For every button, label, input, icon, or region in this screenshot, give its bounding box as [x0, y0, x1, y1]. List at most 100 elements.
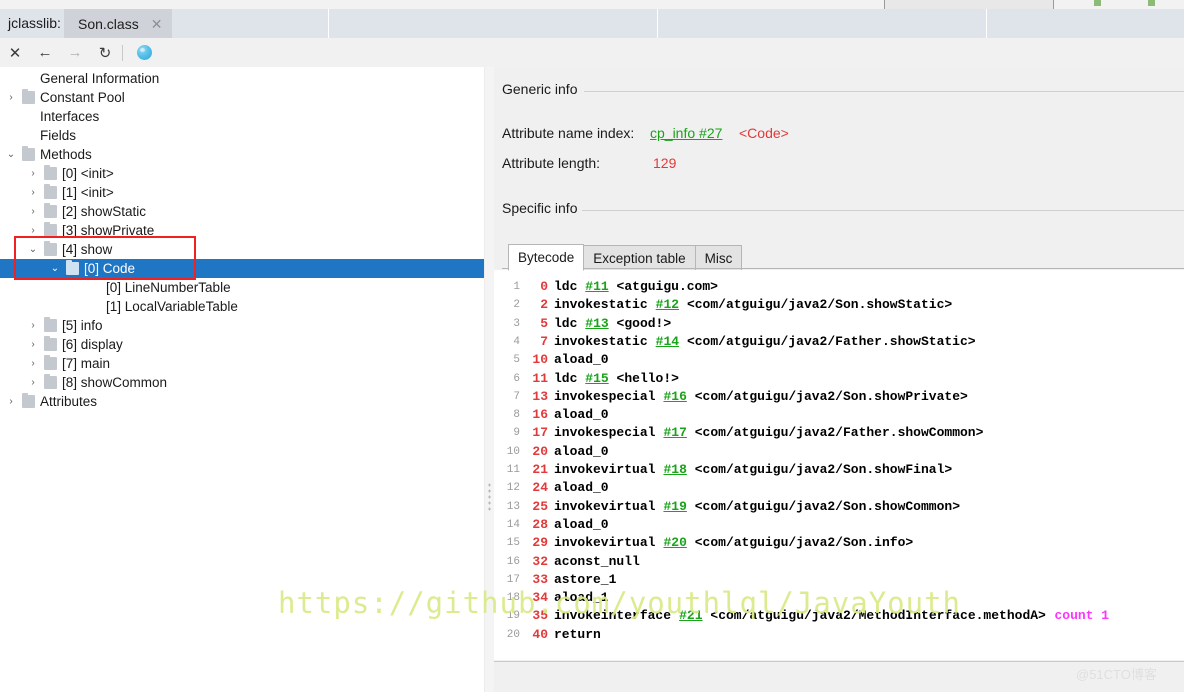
chevron-right-icon[interactable]: › — [26, 373, 40, 392]
chevron-down-icon[interactable]: ⌄ — [4, 145, 18, 164]
bytecode-line[interactable]: 1529invokevirtual#20<com/atguigu/java2/S… — [494, 534, 1184, 552]
tree-item-fields[interactable]: Fields — [0, 126, 484, 145]
constant-pool-ref-link[interactable]: #18 — [663, 461, 686, 479]
tree-item-label: Interfaces — [40, 107, 99, 126]
chevron-right-icon[interactable]: › — [4, 88, 18, 107]
bytecode-descriptor: <com/atguigu/java2/Son.showFinal> — [695, 461, 952, 479]
attribute-length-value: 129 — [653, 155, 676, 171]
constant-pool-ref-link[interactable]: #11 — [585, 278, 608, 296]
tree-item-0-code[interactable]: ⌄ [0] Code — [0, 259, 484, 278]
constant-pool-ref-link[interactable]: #20 — [663, 534, 686, 552]
tree-item-label: [0] Code — [84, 259, 135, 278]
tree-item-interfaces[interactable]: Interfaces — [0, 107, 484, 126]
line-number: 1 — [496, 278, 520, 296]
generic-info-section-title: Generic info — [502, 81, 577, 97]
bytecode-line[interactable]: 10ldc#11<atguigu.com> — [494, 278, 1184, 296]
bytecode-descriptor: <hello!> — [617, 370, 679, 388]
watermark-corner: @51CTO博客 — [1076, 664, 1157, 683]
tree-item-attributes[interactable]: ›Attributes — [0, 392, 484, 411]
bytecode-line[interactable]: 35ldc#13<good!> — [494, 315, 1184, 333]
tree-item-1-init[interactable]: ›[1] <init> — [0, 183, 484, 202]
tree-item-0-init[interactable]: ›[0] <init> — [0, 164, 484, 183]
line-number: 2 — [496, 296, 520, 314]
tree-item-3-showprivate[interactable]: ›[3] showPrivate — [0, 221, 484, 240]
bytecode-line[interactable]: 1428aload_0 — [494, 516, 1184, 534]
line-number: 20 — [496, 626, 520, 644]
bytecode-opcode: invokestatic — [554, 333, 648, 351]
tree-item-5-info[interactable]: ›[5] info — [0, 316, 484, 335]
chevron-right-icon[interactable]: › — [26, 202, 40, 221]
tree-item-8-showcommon[interactable]: ›[8] showCommon — [0, 373, 484, 392]
tree-item-1-localvariabletable[interactable]: [1] LocalVariableTable — [0, 297, 484, 316]
bytecode-line[interactable]: 611ldc#15<hello!> — [494, 370, 1184, 388]
tree-item-label: [1] LocalVariableTable — [106, 297, 238, 316]
tree-item-label: [7] main — [62, 354, 110, 373]
chevron-right-icon[interactable]: › — [26, 316, 40, 335]
close-icon[interactable]: ✕ — [151, 17, 163, 31]
chevron-right-icon[interactable]: › — [26, 335, 40, 354]
folder-icon — [44, 243, 57, 256]
tab-son-class[interactable]: Son.class ✕ — [64, 9, 172, 38]
chevron-right-icon[interactable]: › — [26, 164, 40, 183]
folder-icon — [44, 319, 57, 332]
bytecode-line[interactable]: 1325invokevirtual#19<com/atguigu/java2/S… — [494, 498, 1184, 516]
tab-underline — [502, 268, 1184, 269]
bytecode-line[interactable]: 1632aconst_null — [494, 553, 1184, 571]
constant-pool-ref-link[interactable]: #15 — [585, 370, 608, 388]
specific-info-label: Specific info — [502, 200, 577, 216]
bytecode-descriptor: <com/atguigu/java2/Son.showCommon> — [695, 498, 960, 516]
bytecode-line[interactable]: 1121invokevirtual#18<com/atguigu/java2/S… — [494, 461, 1184, 479]
partial-tick-icon-1 — [1094, 0, 1101, 6]
tree-item-4-show[interactable]: ⌄[4] show — [0, 240, 484, 259]
specific-info-section-title: Specific info — [502, 200, 577, 216]
bytecode-line[interactable]: 1020aload_0 — [494, 443, 1184, 461]
constant-pool-ref-link[interactable]: #16 — [663, 388, 686, 406]
bytecode-line[interactable]: 713invokespecial#16<com/atguigu/java2/So… — [494, 388, 1184, 406]
attribute-name-index-label: Attribute name index: — [502, 125, 634, 141]
constant-pool-ref-link[interactable]: #19 — [663, 498, 686, 516]
attribute-name-index-link[interactable]: cp_info #27 — [650, 125, 722, 141]
bytecode-descriptor: <com/atguigu/java2/Father.showCommon> — [695, 424, 984, 442]
bytecode-line[interactable]: 816aload_0 — [494, 406, 1184, 424]
chevron-right-icon[interactable]: › — [26, 221, 40, 240]
bytecode-line[interactable]: 47invokestatic#14<com/atguigu/java2/Fath… — [494, 333, 1184, 351]
back-button[interactable]: ← — [30, 38, 60, 67]
splitter-grip-icon[interactable] — [488, 482, 491, 512]
tree-item-methods[interactable]: ⌄Methods — [0, 145, 484, 164]
bytecode-line[interactable]: 917invokespecial#17<com/atguigu/java2/Fa… — [494, 424, 1184, 442]
forward-button[interactable]: → — [60, 38, 90, 67]
chevron-right-icon[interactable]: › — [26, 354, 40, 373]
chevron-down-icon[interactable]: ⌄ — [48, 259, 62, 278]
chevron-right-icon[interactable]: › — [4, 392, 18, 411]
constant-pool-ref-link[interactable]: #14 — [656, 333, 679, 351]
close-button[interactable]: ✕ — [0, 38, 30, 67]
bytecode-line[interactable]: 510aload_0 — [494, 351, 1184, 369]
reload-button[interactable]: ↻ — [90, 38, 120, 67]
window-tab-bar: jclasslib: Son.class ✕ — [0, 9, 1184, 38]
bytecode-descriptor: <good!> — [617, 315, 672, 333]
folder-icon — [44, 205, 57, 218]
tree-item-2-showstatic[interactable]: ›[2] showStatic — [0, 202, 484, 221]
bytecode-descriptor: <com/atguigu/java2/Son.showStatic> — [687, 296, 952, 314]
bytecode-offset: 21 — [524, 461, 548, 479]
bytecode-line[interactable]: 1224aload_0 — [494, 479, 1184, 497]
chevron-right-icon[interactable]: › — [26, 183, 40, 202]
line-number: 13 — [496, 498, 520, 516]
tree-item-general-information[interactable]: General Information — [0, 69, 484, 88]
tree-item-6-display[interactable]: ›[6] display — [0, 335, 484, 354]
bytecode-opcode: aload_0 — [554, 479, 609, 497]
tree-item-7-main[interactable]: › [7] main — [0, 354, 484, 373]
bytecode-opcode: aload_0 — [554, 443, 609, 461]
tree-item-0-linenumbertable[interactable]: [0] LineNumberTable — [0, 278, 484, 297]
globe-icon[interactable] — [129, 38, 159, 67]
constant-pool-ref-link[interactable]: #13 — [585, 315, 608, 333]
bytecode-line[interactable]: 22invokestatic#12<com/atguigu/java2/Son.… — [494, 296, 1184, 314]
constant-pool-ref-link[interactable]: #17 — [663, 424, 686, 442]
tab-bytecode[interactable]: Bytecode — [508, 244, 584, 271]
folder-icon — [44, 376, 57, 389]
bytecode-opcode: invokevirtual — [554, 461, 655, 479]
chevron-down-icon[interactable]: ⌄ — [26, 240, 40, 259]
constant-pool-ref-link[interactable]: #12 — [656, 296, 679, 314]
tree-item-constant-pool[interactable]: ›Constant Pool — [0, 88, 484, 107]
bytecode-line[interactable]: 2040return — [494, 626, 1184, 644]
